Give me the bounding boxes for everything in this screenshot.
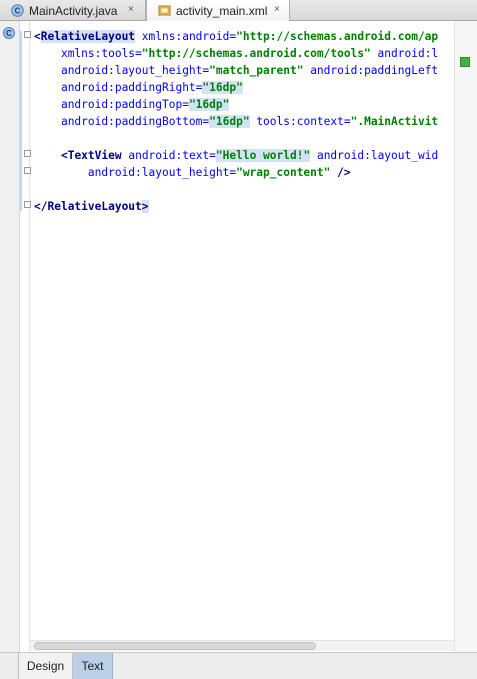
tag-name: RelativeLayout: [47, 200, 142, 213]
attribute-value: "16dp": [188, 98, 230, 111]
code-line: </RelativeLayout>: [34, 198, 454, 215]
attribute-value: "match_parent": [209, 64, 304, 77]
code-line: <RelativeLayout xmlns:android="http://sc…: [34, 28, 454, 45]
class-c-icon: C: [11, 4, 24, 17]
tag-name: RelativeLayout: [40, 30, 136, 43]
tab-mainactivity-java[interactable]: C MainActivity.java ×: [0, 0, 146, 21]
error-stripe: [455, 21, 477, 652]
attribute: android:paddingLeft: [310, 64, 439, 77]
attribute-value: "16dp": [209, 115, 250, 128]
code-line: android:layout_height="wrap_content" />: [34, 164, 454, 181]
attribute: android:text=: [128, 149, 216, 162]
tag-open: <: [60, 149, 68, 162]
attribute: xmlns:tools=: [60, 47, 142, 60]
attribute-value: "http://schemas.android.com/tools": [141, 47, 371, 60]
tag-open: <: [34, 30, 41, 43]
line-gutter: [0, 21, 20, 652]
no-errors-icon[interactable]: [460, 57, 470, 67]
tag-close: >: [141, 200, 149, 213]
tab-label: activity_main.xml: [176, 3, 268, 18]
code-line: android:paddingTop="16dp": [34, 96, 454, 113]
scope-highlight-bar: [19, 31, 22, 211]
fold-minus-icon[interactable]: [24, 31, 31, 38]
close-icon[interactable]: ×: [274, 4, 280, 15]
tab-text[interactable]: Text: [73, 653, 113, 679]
fold-minus-icon[interactable]: [24, 150, 31, 157]
horizontal-scrollbar[interactable]: [30, 640, 454, 651]
attribute: android:layout_height=: [87, 166, 237, 179]
attribute: android:paddingTop=: [60, 98, 189, 111]
tag-name: TextView: [67, 149, 122, 162]
view-mode-tabs: Design Text: [0, 652, 477, 679]
attribute: android:paddingRight=: [60, 81, 203, 94]
close-icon[interactable]: ×: [128, 4, 134, 15]
svg-text:C: C: [15, 6, 21, 15]
tab-label: MainActivity.java: [29, 3, 118, 18]
attribute: android:layout_height=: [60, 64, 210, 77]
attribute-value: "http://schemas.android.com/ap: [236, 30, 439, 43]
code-line: <TextView android:text="Hello world!" an…: [34, 147, 454, 164]
attribute: android:paddingBottom=: [60, 115, 210, 128]
tag-close: />: [330, 166, 351, 179]
attribute: tools:context=: [256, 115, 351, 128]
code-text[interactable]: <RelativeLayout xmlns:android="http://sc…: [34, 28, 454, 215]
attribute-value: ".MainActivit: [350, 115, 439, 128]
editor-tab-bar: C MainActivity.java × activity_main.xml …: [0, 0, 477, 21]
attribute: android:l: [377, 47, 439, 60]
attribute-value: "16dp": [202, 81, 243, 94]
fold-end-icon[interactable]: [24, 167, 31, 174]
tab-design[interactable]: Design: [18, 653, 73, 679]
tab-activity-main-xml[interactable]: activity_main.xml ×: [146, 0, 290, 21]
class-c-icon[interactable]: C: [3, 27, 15, 39]
attribute-value: "Hello world!": [215, 149, 311, 162]
code-line: android:paddingBottom="16dp" tools:conte…: [34, 113, 454, 130]
tag-open: </: [34, 200, 48, 213]
fold-end-icon[interactable]: [24, 201, 31, 208]
attribute: xmlns:android=: [141, 30, 237, 43]
code-line: xmlns:tools="http://schemas.android.com/…: [34, 45, 454, 62]
code-editor[interactable]: C <RelativeLayout xmlns:android="http://…: [0, 21, 477, 652]
xml-layout-icon: [158, 4, 171, 17]
attribute: android:layout_wid: [316, 149, 439, 162]
code-line: android:paddingRight="16dp": [34, 79, 454, 96]
scrollbar-thumb[interactable]: [34, 642, 316, 650]
code-line: android:layout_height="match_parent" and…: [34, 62, 454, 79]
attribute-value: "wrap_content": [236, 166, 331, 179]
